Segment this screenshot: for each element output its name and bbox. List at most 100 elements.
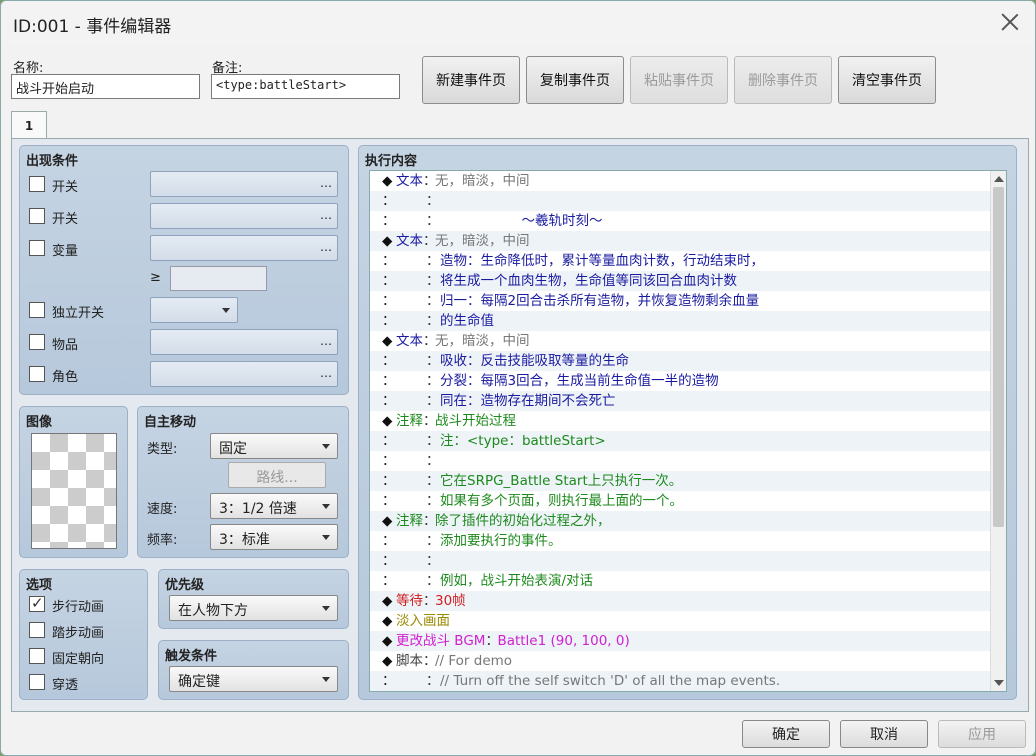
step-anim-checkbox[interactable] — [29, 622, 45, 638]
switch1-checkbox[interactable] — [29, 176, 45, 192]
priority-select[interactable]: 在人物下方 — [169, 595, 338, 621]
walk-anim-label: 步行动画 — [52, 600, 105, 615]
row-sep: ： — [426, 433, 440, 449]
scroll-thumb[interactable] — [993, 187, 1004, 527]
list-item[interactable]: ：：它在SRPG_Battle Start上只执行一次。 — [370, 471, 1006, 491]
list-item[interactable]: ：：的生命值 — [370, 311, 1006, 331]
list-item[interactable]: ◆ 文本：无，暗淡，中间 — [370, 231, 1006, 251]
step-anim-label: 踏步动画 — [52, 626, 105, 641]
row-command: 文本 — [396, 173, 423, 189]
ok-button[interactable]: 确定 — [742, 720, 830, 748]
item-checkbox[interactable] — [29, 334, 45, 350]
cancel-button[interactable]: 取消 — [840, 720, 928, 748]
row-head: ◆ — [382, 333, 393, 349]
route-button[interactable]: 路线... — [228, 462, 326, 488]
list-item[interactable]: ：：吸收：反击技能吸取等量的生命 — [370, 351, 1006, 371]
copy-page-button[interactable]: 复制事件页 — [526, 56, 624, 104]
list-item[interactable]: ：：添加要执行的事件。 — [370, 531, 1006, 551]
actor-field[interactable]: … — [150, 361, 338, 387]
list-item[interactable]: ：： — [370, 551, 1006, 571]
row-head: ： — [382, 213, 396, 229]
self-switch-select[interactable] — [150, 297, 238, 323]
trigger-select[interactable]: 确定键 — [169, 666, 338, 692]
self-switch-checkbox[interactable] — [29, 302, 45, 318]
row-text: 吸收：反击技能吸取等量的生命 — [440, 353, 629, 369]
variable-value-stepper[interactable] — [170, 266, 267, 291]
row-sep: ： — [426, 293, 440, 309]
delete-page-button[interactable]: 删除事件页 — [734, 56, 832, 104]
row-text: 无，暗淡，中间 — [435, 173, 530, 189]
list-item[interactable]: ：：如果有多个页面，则执行最上面的一个。 — [370, 491, 1006, 511]
row-text: ～羲轨时刻～ — [440, 213, 603, 229]
switch2-field[interactable]: … — [150, 203, 338, 229]
row-sep: ： — [423, 593, 437, 609]
walk-anim-checkbox[interactable] — [29, 594, 45, 612]
row-command: 注释 — [396, 513, 423, 529]
conditions-title: 出现条件 — [26, 154, 79, 169]
dir-fix-checkbox[interactable] — [29, 648, 45, 664]
speed-value: 3：1/2 倍速 — [219, 501, 297, 517]
list-item[interactable]: ◆ 文本：无，暗淡，中间 — [370, 331, 1006, 351]
list-item[interactable]: ：：归一：每隔2回合击杀所有造物，并恢复造物剩余血量 — [370, 291, 1006, 311]
chevron-down-icon — [322, 677, 330, 682]
row-text: 例如，战斗开始表演/对话 — [440, 573, 594, 589]
new-page-button[interactable]: 新建事件页 — [422, 56, 520, 104]
ellipsis-icon: … — [320, 208, 332, 222]
row-sep: ： — [423, 513, 437, 529]
list-item[interactable]: ◆ 等待：30帧 — [370, 591, 1006, 611]
list-item[interactable]: ：：同在：造物存在期间不会死亡 — [370, 391, 1006, 411]
event-image-preview[interactable] — [31, 433, 117, 549]
through-label: 穿透 — [52, 678, 79, 693]
type-select[interactable]: 固定 — [210, 433, 338, 459]
list-item[interactable]: ：：将生成一个血肉生物，生命值等同该回合血肉计数 — [370, 271, 1006, 291]
list-item[interactable]: ：： — [370, 191, 1006, 211]
variable-checkbox[interactable] — [29, 240, 45, 256]
chevron-down-icon — [322, 504, 330, 509]
close-icon[interactable] — [999, 11, 1021, 33]
list-item[interactable]: ：：注：<type：battleStart> — [370, 431, 1006, 451]
row-text: 将生成一个血肉生物，生命值等同该回合血肉计数 — [440, 273, 737, 289]
row-head: ◆ — [382, 413, 393, 429]
row-sep: ： — [423, 233, 437, 249]
list-item[interactable]: ◆ 脚本：// For demo — [370, 651, 1006, 671]
row-head: ◆ — [382, 653, 393, 669]
list-item[interactable]: ：：造物：生命降低时，累计等量血肉计数，行动结束时， — [370, 251, 1006, 271]
event-command-list[interactable]: ◆ 文本：无，暗淡，中间：：：： ～羲轨时刻～ ◆ 文本：无，暗淡，中间：：造物：生命… — [369, 170, 1007, 692]
actor-checkbox[interactable] — [29, 366, 45, 382]
chevron-down-icon — [222, 308, 230, 313]
switch2-checkbox[interactable] — [29, 208, 45, 224]
name-input[interactable]: 战斗开始启动 — [11, 74, 200, 99]
item-field[interactable]: … — [150, 329, 338, 355]
tab-page-1[interactable]: 1 — [11, 111, 47, 139]
clear-page-button[interactable]: 清空事件页 — [838, 56, 936, 104]
list-item[interactable]: ： ： ～羲轨时刻～ — [370, 211, 1006, 231]
scroll-up-icon[interactable] — [994, 176, 1004, 182]
list-item[interactable]: ：： — [370, 451, 1006, 471]
row-text: 无，暗淡，中间 — [435, 233, 530, 249]
paste-page-button[interactable]: 粘贴事件页 — [630, 56, 728, 104]
speed-select[interactable]: 3：1/2 倍速 — [210, 493, 338, 519]
list-item[interactable]: ◆ 注释：战斗开始过程 — [370, 411, 1006, 431]
vertical-scrollbar[interactable] — [990, 171, 1006, 691]
row-head: ◆ — [382, 513, 393, 529]
list-item[interactable]: ◆ 更改战斗 BGM：Battle1 (90, 100, 0) — [370, 631, 1006, 651]
variable-field[interactable]: … — [150, 235, 338, 261]
note-input[interactable]: <type:battleStart> — [211, 74, 400, 99]
list-item[interactable]: ：：例如，战斗开始表演/对话 — [370, 571, 1006, 591]
list-item[interactable]: ：：分裂：每隔3回合，生成当前生命值一半的造物 — [370, 371, 1006, 391]
row-text: 添加要执行的事件。 — [440, 533, 562, 549]
through-checkbox[interactable] — [29, 674, 45, 690]
scroll-down-icon[interactable] — [994, 680, 1004, 686]
list-item[interactable]: ◆ 注释：除了插件的初始化过程之外， — [370, 511, 1006, 531]
ellipsis-icon: … — [320, 334, 332, 348]
apply-button[interactable]: 应用 — [938, 720, 1026, 748]
switch1-field[interactable]: … — [150, 171, 338, 197]
list-item[interactable]: ◆ 淡入画面 — [370, 611, 1006, 631]
list-item[interactable]: ◆ 文本：无，暗淡，中间 — [370, 171, 1006, 191]
row-sep: ： — [426, 493, 440, 509]
freq-select[interactable]: 3：标准 — [210, 524, 338, 550]
variable-label: 变量 — [52, 244, 79, 259]
list-item[interactable]: ：：// Turn off the self switch 'D' of all… — [370, 671, 1006, 691]
row-command: 更改战斗 BGM — [396, 633, 486, 649]
row-text: 除了插件的初始化过程之外， — [435, 513, 611, 529]
